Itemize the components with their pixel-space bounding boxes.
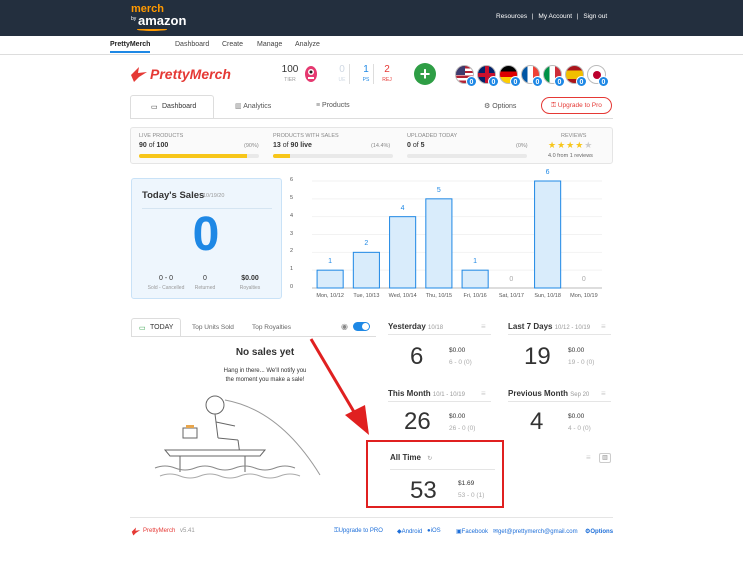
- y-tick-label: 4: [290, 212, 294, 219]
- y-tick-label: 2: [290, 248, 294, 255]
- list-icon[interactable]: ≡: [601, 322, 606, 331]
- bar-value-label: 5: [436, 186, 441, 194]
- divider: [508, 334, 611, 335]
- this-month-title: This Month 10/1 - 10/19: [388, 389, 465, 398]
- all-time-highlight-box: [366, 440, 504, 508]
- y-tick-label: 6: [290, 177, 294, 183]
- chart-bar[interactable]: [316, 269, 344, 289]
- footer-divider: [130, 517, 613, 518]
- divider: [508, 401, 611, 402]
- bar-value-label: 4: [400, 204, 405, 212]
- eye-icon[interactable]: ◉: [341, 322, 348, 331]
- x-tick-label: Tue, 10/13: [353, 293, 380, 299]
- y-tick-label: 1: [290, 266, 294, 273]
- x-tick-label: Mon, 10/12: [316, 293, 344, 299]
- list-icon[interactable]: ≡: [481, 389, 486, 398]
- yesterday-count: 6: [410, 343, 424, 370]
- yesterday-detail: 6 - 0 (0): [449, 359, 472, 366]
- y-tick-label: 3: [290, 230, 294, 237]
- yesterday-title: Yesterday 10/18: [388, 322, 444, 331]
- bar-value-label: 2: [364, 240, 369, 248]
- tab-today-label: TODAY: [150, 324, 174, 331]
- footer-brand[interactable]: PrettyMerch: [143, 528, 175, 534]
- chart-bar[interactable]: [389, 216, 417, 289]
- x-tick-label: Wed, 10/14: [388, 293, 417, 299]
- red-arrow-annotation: [309, 338, 369, 435]
- this-month-royalty: $0.00: [449, 413, 466, 420]
- footer-ios-link[interactable]: ●iOS: [427, 528, 441, 534]
- footer-version: v5.41: [180, 528, 195, 534]
- footer-email-link[interactable]: ✉get@prettymerch@gmail.com: [493, 528, 578, 535]
- footer-options-link[interactable]: ⚙Options: [585, 528, 613, 535]
- x-tick-label: Fri, 10/16: [463, 293, 487, 299]
- bar-value-label: 0: [581, 276, 586, 283]
- tab-top-units-sold[interactable]: Top Units Sold: [192, 324, 234, 331]
- bar-value-label: 6: [545, 169, 550, 176]
- x-tick-label: Sat, 10/17: [498, 293, 524, 299]
- chart-bar[interactable]: [425, 198, 453, 289]
- x-tick-label: Mon, 10/19: [570, 293, 598, 299]
- money-icon: ▭: [139, 325, 146, 332]
- divider: [388, 334, 491, 335]
- chart-bar[interactable]: [461, 269, 489, 289]
- x-tick-label: Sun, 10/18: [534, 293, 561, 299]
- chart-bar[interactable]: [534, 180, 562, 289]
- last-7-days-royalty: $0.00: [568, 347, 585, 354]
- last-7-days-detail: 19 - 0 (0): [568, 359, 595, 366]
- list-icon[interactable]: ≡: [601, 389, 606, 398]
- tab-today[interactable]: ▭ TODAY: [131, 318, 181, 336]
- footer-facebook-link[interactable]: ▣Facebook: [456, 528, 488, 535]
- fishing-illustration: [154, 395, 321, 479]
- last-7-days-count: 19: [524, 343, 551, 370]
- chart-toggle-icon[interactable]: ▥: [599, 453, 611, 463]
- this-month-detail: 26 - 0 (0): [449, 425, 476, 432]
- this-month-count: 26: [404, 408, 431, 435]
- list-icon[interactable]: ≡: [481, 322, 486, 331]
- visibility-toggle[interactable]: [353, 322, 370, 331]
- chart-bar[interactable]: [352, 251, 380, 289]
- bar-value-label: 1: [328, 258, 333, 266]
- previous-month-title: Previous Month Sep 20: [508, 389, 590, 398]
- x-tick-label: Thu, 10/15: [425, 293, 453, 299]
- footer-upgrade-link[interactable]: ⚿Upgrade to PRO: [334, 528, 383, 535]
- divider: [388, 401, 491, 402]
- bar-value-label: 1: [473, 258, 478, 266]
- list-icon[interactable]: ≡: [586, 453, 591, 462]
- y-tick-label: 5: [290, 194, 294, 201]
- last-7-days-title: Last 7 Days 10/12 - 10/19: [508, 322, 591, 331]
- tab-top-royalties[interactable]: Top Royalties: [252, 324, 291, 331]
- y-tick-label: 0: [290, 284, 294, 290]
- previous-month-royalty: $0.00: [568, 413, 585, 420]
- bar-value-label: 0: [509, 276, 514, 283]
- previous-month-detail: 4 - 0 (0): [568, 425, 591, 432]
- prettymerch-bird-icon: [131, 527, 141, 536]
- previous-month-count: 4: [530, 408, 544, 435]
- yesterday-royalty: $0.00: [449, 347, 466, 354]
- footer-android-link[interactable]: ◆Android: [397, 528, 422, 535]
